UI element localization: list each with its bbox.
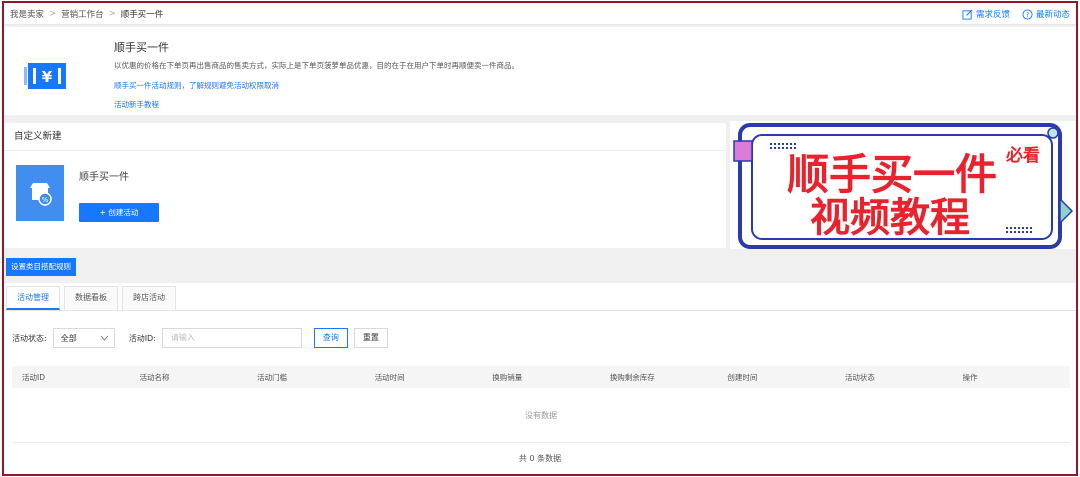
reset-button[interactable]: 重置 <box>353 328 388 348</box>
rules-link[interactable]: 顺手买一件活动规则，了解规则避免活动权限取消 <box>114 80 279 91</box>
feedback-label: 需求反馈 <box>975 10 1010 20</box>
intro-section: ¥ 顺手买一件 以优惠的价格在下单页再出售商品的售卖方式，实际上是下单页菠萝单品… <box>4 27 1076 115</box>
column-actions: 操作 <box>962 372 978 382</box>
column-activity-time: 活动时间 <box>374 372 405 382</box>
tab-bar: 活动管理 数据看板 跨店活动 <box>4 286 1076 311</box>
video-tutorial-banner[interactable]: 顺手买一件 视频教程 必看 <box>730 121 1076 249</box>
category-rules-button[interactable]: 设置类目搭配规则 <box>6 258 76 276</box>
column-activity-id: 活动ID <box>22 372 45 382</box>
page-frame: 我是卖家 > 营销工作台 > 顺手买一件 需求反馈 ? 最新动态 ¥ 顺手买一件… <box>2 1 1078 476</box>
breadcrumb-bar: 我是卖家 > 营销工作台 > 顺手买一件 需求反馈 ? 最新动态 <box>4 3 1076 25</box>
edit-icon <box>962 9 973 20</box>
tab-cross-store[interactable]: 跨店活动 <box>122 286 176 310</box>
pagination-total: 共 0 条数据 <box>518 454 562 463</box>
column-threshold: 活动门槛 <box>257 372 288 382</box>
intro-description: 以优惠的价格在下单页再出售商品的售卖方式，实际上是下单页菠萝单品优惠，目的在于在… <box>114 61 519 70</box>
shop-discount-icon: % <box>16 165 64 221</box>
activity-id-input[interactable]: 请输入 <box>161 328 302 348</box>
table-empty-state: 没有数据 <box>12 388 1070 443</box>
tab-activity-management[interactable]: 活动管理 <box>6 286 60 310</box>
svg-text:?: ? <box>1026 10 1029 18</box>
status-filter-label: 活动状态: <box>12 333 47 343</box>
news-label: 最新动态 <box>1035 10 1070 20</box>
feedback-link[interactable]: 需求反馈 <box>962 8 1010 20</box>
column-created-time: 创建时间 <box>727 372 758 382</box>
table-header: 活动ID 活动名称 活动门槛 活动时间 换购销量 换购剩余库存 创建时间 活动状… <box>12 366 1070 388</box>
chevron-down-icon <box>100 335 109 341</box>
breadcrumb-separator: > <box>49 8 57 19</box>
banner-title-line1: 顺手买一件 <box>787 150 997 199</box>
banner-must-see-badge: 必看 <box>1005 145 1040 166</box>
column-remaining-stock: 换购剩余库存 <box>609 372 655 382</box>
tab-data-dashboard[interactable]: 数据看板 <box>64 286 118 310</box>
breadcrumb-item-marketing[interactable]: 营销工作台 <box>61 8 104 20</box>
id-filter-label: 活动ID: <box>128 333 156 343</box>
column-activity-name: 活动名称 <box>139 372 170 382</box>
svg-text:¥: ¥ <box>42 68 53 86</box>
filter-bar: 活动状态: 全部 活动ID: 请输入 查询 重置 <box>12 327 388 349</box>
create-activity-button[interactable]: + 创建活动 <box>79 203 159 222</box>
custom-section-header: 自定义新建 <box>4 123 726 151</box>
activity-card-title: 顺手买一件 <box>79 172 129 183</box>
breadcrumb-item-seller[interactable]: 我是卖家 <box>10 8 44 20</box>
custom-create-section: 自定义新建 % 顺手买一件 + 创建活动 <box>4 123 726 248</box>
coupon-icon: ¥ <box>24 55 70 95</box>
svg-text:%: % <box>42 196 49 204</box>
breadcrumb-item-current: 顺手买一件 <box>120 9 164 20</box>
top-links: 需求反馈 ? 最新动态 <box>962 8 1070 20</box>
breadcrumb-separator: > <box>108 8 116 19</box>
activity-panel: 活动管理 数据看板 跨店活动 活动状态: 全部 活动ID: 请输入 查询 重置 … <box>4 283 1076 474</box>
status-select[interactable]: 全部 <box>52 328 115 348</box>
banner-title-line2: 视频教程 <box>810 195 970 241</box>
column-activity-status: 活动状态 <box>844 372 875 382</box>
intro-title: 顺手买一件 <box>114 41 169 54</box>
news-link[interactable]: ? 最新动态 <box>1022 8 1070 20</box>
help-circle-icon: ? <box>1022 8 1033 20</box>
tutorial-link[interactable]: 活动新手教程 <box>114 99 159 110</box>
column-exchange-sales: 换购销量 <box>492 372 523 382</box>
query-button[interactable]: 查询 <box>313 328 348 348</box>
status-select-value: 全部 <box>60 333 77 343</box>
